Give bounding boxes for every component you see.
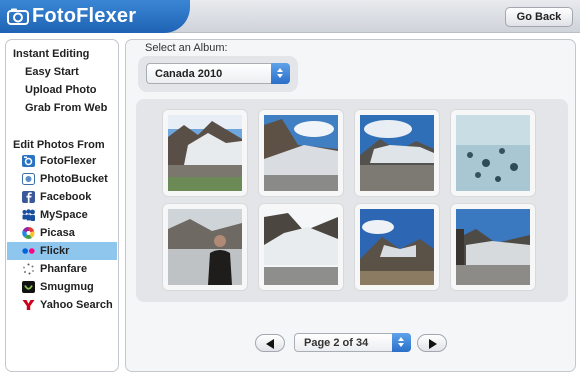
album-browser: Select an Album: Canada 2010 Page 2 of 3… (125, 39, 576, 372)
upload-photo-link[interactable]: Upload Photo (25, 84, 97, 96)
glacier-valley-photo (456, 209, 530, 285)
source-label: MySpace (40, 209, 88, 221)
chevron-up-down-icon (271, 63, 290, 84)
photo-thumbnail[interactable] (354, 203, 440, 291)
photo-thumbnail[interactable] (450, 203, 536, 291)
chevron-up-down-icon (392, 333, 411, 352)
photobucket-icon (22, 173, 35, 185)
source-label: PhotoBucket (40, 173, 108, 185)
yahoo-icon (22, 300, 35, 310)
logo-text: FotoFlexer (32, 5, 137, 27)
photo-thumbnail[interactable] (162, 109, 248, 197)
flickr-icon (22, 248, 35, 254)
source-label: Phanfare (40, 263, 88, 275)
page-indicator: Page 2 of 34 (304, 337, 369, 349)
myspace-icon (22, 209, 35, 221)
photo-grid (136, 99, 568, 302)
mountain-glacier-photo (168, 115, 242, 191)
source-photobucket[interactable]: PhotoBucket (7, 170, 117, 188)
photo-thumbnail[interactable] (258, 203, 344, 291)
source-label: Flickr (40, 245, 70, 257)
picasa-icon (22, 227, 35, 239)
album-label: Select an Album: (145, 42, 228, 54)
source-label: Smugmug (40, 281, 94, 293)
logo: FotoFlexer (0, 0, 190, 33)
edit-photos-from-heading: Edit Photos From (13, 139, 105, 151)
glacier-ridge-photo (264, 115, 338, 191)
smugmug-icon (22, 281, 35, 293)
page-dropdown[interactable]: Page 2 of 34 (294, 333, 411, 352)
phanfare-icon (23, 263, 34, 275)
photo-thumbnail[interactable] (450, 109, 536, 197)
snowy-peak-photo (360, 115, 434, 191)
source-smugmug[interactable]: Smugmug (7, 278, 117, 296)
go-back-button[interactable]: Go Back (505, 7, 573, 27)
easy-start-link[interactable]: Easy Start (25, 66, 79, 78)
source-fotoflexer[interactable]: FotoFlexer (7, 152, 117, 170)
ice-closeup-photo (456, 115, 530, 191)
source-label: Picasa (40, 227, 75, 239)
icefield-photo (264, 209, 338, 285)
sidebar: Instant Editing Easy Start Upload Photo … (5, 39, 119, 372)
fotoflexer-icon (22, 155, 35, 167)
album-selected-value: Canada 2010 (155, 68, 223, 80)
source-label: Facebook (40, 191, 92, 203)
instant-editing-heading: Instant Editing (13, 48, 90, 60)
source-label: Yahoo Search (40, 299, 113, 311)
photo-thumbnail[interactable] (258, 109, 344, 197)
arrow-left-icon (266, 339, 274, 349)
blue-sky-mountain-photo (360, 209, 434, 285)
source-label: FotoFlexer (40, 155, 97, 167)
source-myspace[interactable]: MySpace (7, 206, 117, 224)
arrow-right-icon (429, 339, 437, 349)
camera-icon (7, 8, 29, 25)
source-yahoo-search[interactable]: Yahoo Search (7, 296, 117, 314)
grab-from-web-link[interactable]: Grab From Web (25, 102, 107, 114)
source-picasa[interactable]: Picasa (7, 224, 117, 242)
previous-page-button[interactable] (255, 334, 285, 352)
album-select-container: Canada 2010 (138, 56, 298, 92)
photo-thumbnail[interactable] (162, 203, 248, 291)
next-page-button[interactable] (417, 334, 447, 352)
album-dropdown[interactable]: Canada 2010 (146, 63, 290, 84)
source-phanfare[interactable]: Phanfare (7, 260, 117, 278)
source-facebook[interactable]: Facebook (7, 188, 117, 206)
source-flickr[interactable]: Flickr (7, 242, 117, 260)
photo-thumbnail[interactable] (354, 109, 440, 197)
top-bar: FotoFlexer Go Back (0, 0, 580, 33)
facebook-icon (22, 191, 35, 203)
person-at-glacier-photo (168, 209, 242, 285)
